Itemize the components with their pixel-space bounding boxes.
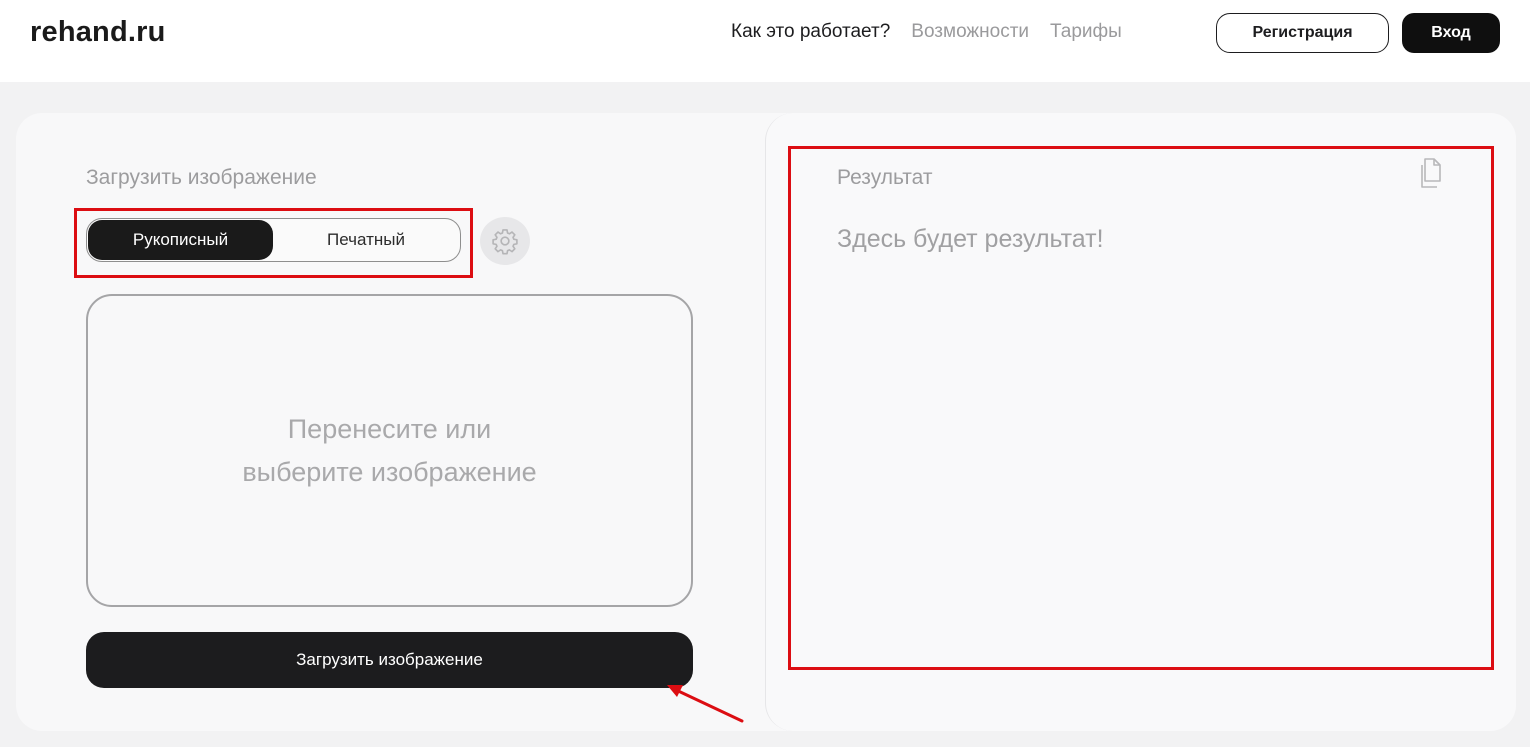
recognition-mode-toggle: Рукописный Печатный	[86, 218, 461, 262]
dropzone-text-line2: выберите изображение	[242, 456, 537, 487]
logo[interactable]: rehand.ru	[30, 16, 166, 49]
gear-icon	[492, 229, 518, 255]
nav-features[interactable]: Возможности	[911, 21, 1029, 43]
register-button[interactable]: Регистрация	[1216, 13, 1389, 53]
upload-title: Загрузить изображение	[86, 166, 317, 189]
upload-image-button[interactable]: Загрузить изображение	[86, 632, 693, 688]
settings-button[interactable]	[480, 217, 530, 265]
site-header: rehand.ru Как это работает? Возможности …	[0, 0, 1530, 82]
mode-handwritten-option[interactable]: Рукописный	[88, 220, 273, 260]
copy-icon[interactable]	[1416, 157, 1446, 191]
mode-printed-option[interactable]: Печатный	[273, 220, 459, 260]
result-title: Результат	[837, 166, 933, 189]
nav-how-it-works[interactable]: Как это работает?	[731, 21, 890, 43]
dropzone-text-line1: Перенесите или	[287, 413, 492, 444]
result-placeholder: Здесь будет результат!	[837, 225, 1104, 253]
main-nav: Как это работает? Возможности Тарифы	[731, 21, 1122, 43]
annotation-arrow-icon	[667, 685, 744, 723]
nav-pricing[interactable]: Тарифы	[1050, 21, 1122, 43]
login-button[interactable]: Вход	[1402, 13, 1500, 53]
image-dropzone[interactable]: Перенесите или выберите изображение	[86, 294, 693, 607]
